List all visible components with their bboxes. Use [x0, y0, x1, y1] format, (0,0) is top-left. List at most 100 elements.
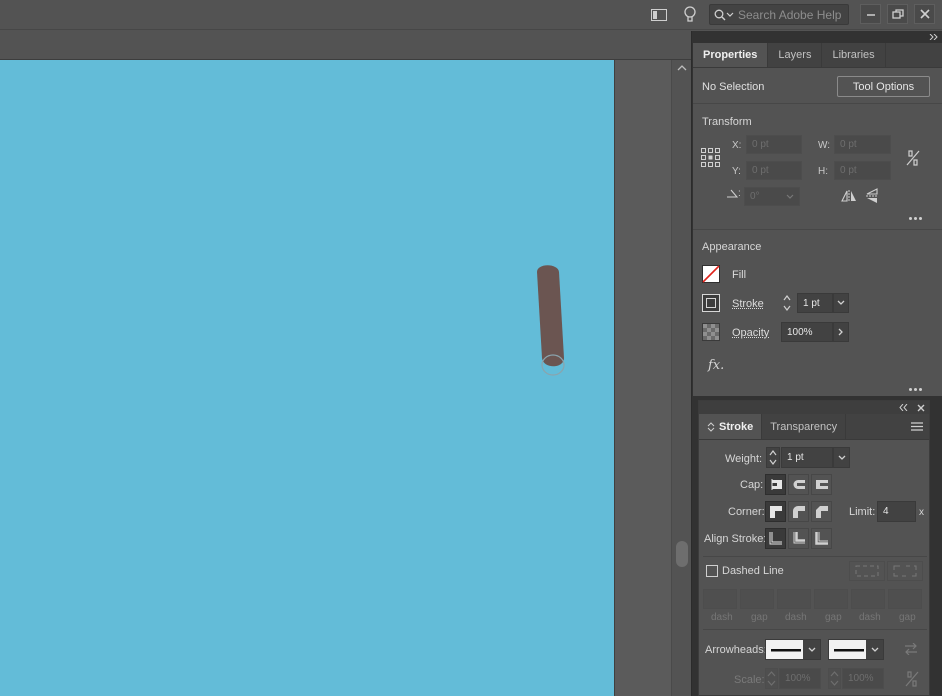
gap-field-2[interactable]	[814, 589, 848, 609]
preserve-dash-icon	[855, 565, 879, 577]
effects-fx-button[interactable]: fx.	[708, 358, 724, 373]
more-options-icon[interactable]	[909, 217, 922, 220]
reference-point-icon[interactable]	[701, 148, 721, 171]
weight-stepper[interactable]	[766, 447, 780, 468]
weight-dropdown[interactable]	[833, 447, 850, 468]
chevron-down-icon	[837, 300, 845, 305]
x-field[interactable]: 0 pt	[746, 135, 802, 154]
divider	[703, 629, 927, 630]
dashed-line-label[interactable]: Dashed Line	[722, 565, 784, 577]
flip-vertical-icon[interactable]	[866, 188, 878, 207]
align-dash-button[interactable]	[887, 561, 923, 581]
fx-label: fx.	[708, 358, 725, 373]
projecting-cap-button[interactable]	[811, 474, 832, 495]
constrain-proportions-icon[interactable]	[905, 149, 921, 170]
fill-swatch[interactable]	[702, 265, 720, 283]
search-input[interactable]	[738, 7, 846, 22]
artboard[interactable]	[0, 60, 615, 696]
gap-field-3[interactable]	[888, 589, 922, 609]
y-label: Y:	[732, 166, 741, 177]
weight-label: Weight:	[725, 453, 763, 465]
canvas-area[interactable]	[0, 60, 671, 696]
help-search-box[interactable]	[709, 4, 849, 25]
start-scale-stepper[interactable]	[765, 668, 778, 689]
restore-button[interactable]	[887, 4, 908, 24]
projecting-cap-icon	[816, 480, 828, 489]
start-scale-field[interactable]: 100%	[779, 668, 821, 689]
x-label: X:	[732, 140, 742, 151]
preserve-dash-button[interactable]	[849, 561, 885, 581]
document-tab-strip	[0, 31, 691, 60]
start-arrowhead-select[interactable]	[765, 639, 821, 660]
end-scale-stepper[interactable]	[828, 668, 841, 689]
panel-menu-icon[interactable]	[911, 422, 923, 431]
divider	[703, 556, 927, 557]
properties-panel: Properties Layers Libraries No Selection…	[693, 43, 942, 396]
tab-transparency[interactable]: Transparency	[762, 414, 847, 439]
stroke-weight-field[interactable]: 1 pt	[797, 293, 833, 313]
stroke-swatch[interactable]	[702, 294, 720, 312]
gap-field-1[interactable]	[740, 589, 774, 609]
align-center-button[interactable]	[765, 528, 786, 549]
dash-field-2[interactable]	[777, 589, 811, 609]
y-field[interactable]: 0 pt	[746, 161, 802, 180]
align-dash-icon	[893, 565, 917, 577]
align-outside-button[interactable]	[811, 528, 832, 549]
close-window-button[interactable]	[914, 4, 935, 24]
selection-status: No Selection	[702, 81, 765, 93]
flip-horizontal-icon[interactable]	[841, 190, 857, 205]
limit-field[interactable]: 4	[877, 501, 916, 522]
panel-toggle-icon	[707, 421, 715, 432]
tab-libraries[interactable]: Libraries	[822, 43, 886, 67]
miter-join-button[interactable]	[765, 501, 786, 522]
end-scale-field[interactable]: 100%	[842, 668, 884, 689]
collapse-panel-icon[interactable]	[899, 404, 909, 411]
h-field[interactable]: 0 pt	[834, 161, 891, 180]
dash-label: dash	[859, 612, 881, 623]
dash-field-1[interactable]	[703, 589, 737, 609]
butt-cap-button[interactable]	[765, 474, 786, 495]
stroke-panel: Stroke Transparency Weight: 1 pt Cap: Co…	[698, 400, 930, 696]
opacity-dropdown[interactable]	[833, 322, 849, 342]
stroke-label[interactable]: Stroke	[732, 298, 764, 310]
opacity-icon[interactable]	[702, 323, 720, 341]
w-field[interactable]: 0 pt	[834, 135, 891, 154]
stroke-panel-tabs: Stroke Transparency	[699, 414, 929, 440]
butt-cap-icon	[769, 479, 782, 490]
tab-stroke[interactable]: Stroke	[699, 414, 763, 439]
opacity-field[interactable]: 100%	[781, 322, 833, 342]
opacity-label[interactable]: Opacity	[732, 327, 769, 339]
h-label: H:	[818, 166, 828, 177]
stroke-weight-stepper[interactable]	[782, 293, 792, 313]
lightbulb-icon[interactable]	[681, 6, 699, 24]
align-inside-button[interactable]	[788, 528, 809, 549]
dashed-line-checkbox[interactable]	[706, 565, 718, 577]
weight-field[interactable]: 1 pt	[781, 447, 833, 468]
round-cap-button[interactable]	[788, 474, 809, 495]
gap-label: gap	[751, 612, 768, 623]
align-outside-icon	[815, 532, 828, 545]
round-join-button[interactable]	[788, 501, 809, 522]
rotate-field[interactable]: 0°	[744, 187, 800, 206]
divider	[693, 229, 942, 230]
properties-tabs: Properties Layers Libraries	[693, 43, 942, 68]
workspace-switcher-icon[interactable]	[650, 6, 668, 24]
tab-layers[interactable]: Layers	[768, 43, 823, 67]
link-scale-icon[interactable]	[904, 670, 920, 691]
tab-properties[interactable]: Properties	[693, 43, 769, 67]
collapse-dock-icon[interactable]	[926, 31, 942, 43]
close-panel-icon[interactable]	[917, 404, 925, 412]
dash-field-3[interactable]	[851, 589, 885, 609]
end-arrowhead-select[interactable]	[828, 639, 884, 660]
minimize-button[interactable]	[860, 4, 881, 24]
scrollbar-thumb[interactable]	[676, 541, 688, 567]
bevel-join-button[interactable]	[811, 501, 832, 522]
swap-arrowheads-icon[interactable]	[904, 642, 918, 658]
corner-label: Corner:	[728, 506, 765, 518]
stroke-weight-dropdown[interactable]	[833, 293, 849, 313]
tool-options-button[interactable]: Tool Options	[837, 76, 930, 97]
cylinder-shape[interactable]	[528, 260, 578, 380]
chevron-up-icon[interactable]	[677, 64, 687, 72]
vertical-scrollbar[interactable]	[671, 60, 691, 696]
more-options-icon[interactable]	[909, 388, 922, 391]
